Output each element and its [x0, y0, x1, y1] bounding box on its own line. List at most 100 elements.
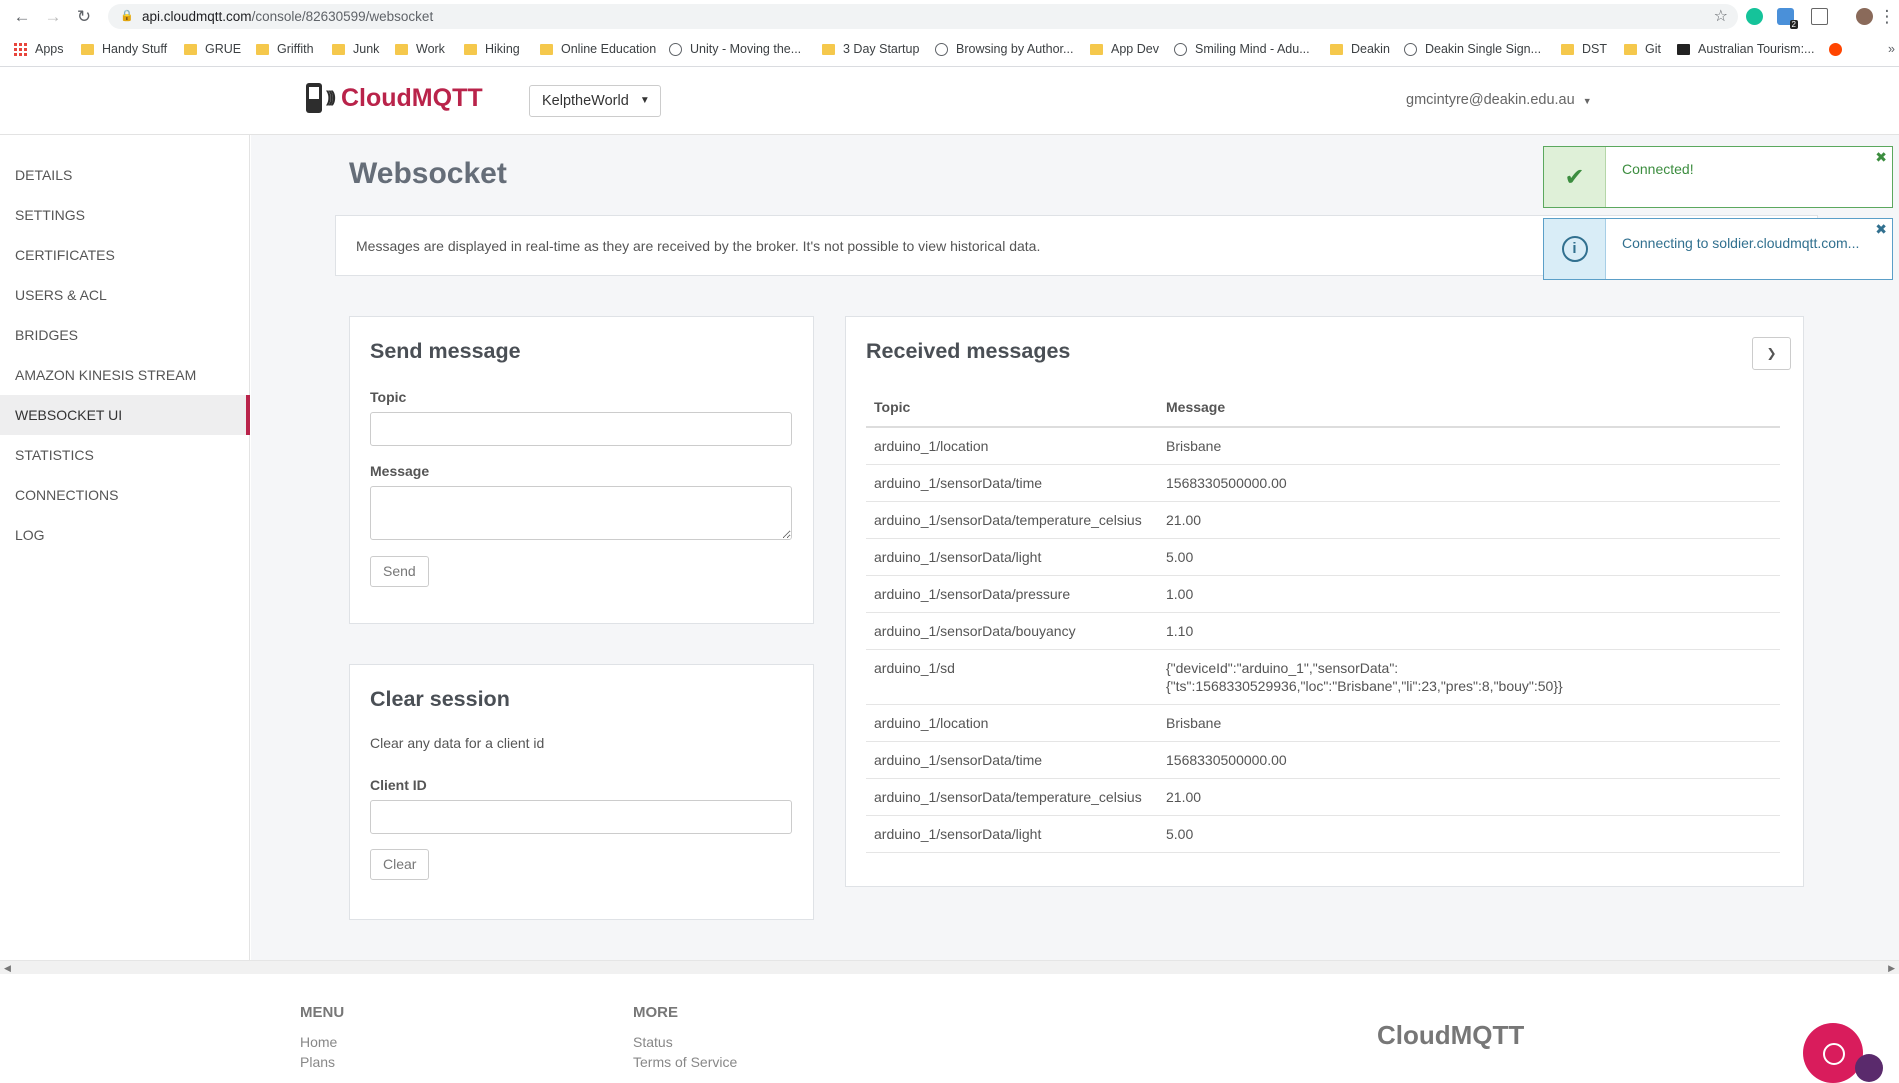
- message-textarea[interactable]: [370, 486, 792, 540]
- site-icon: [1677, 43, 1690, 55]
- message-topic-cell: arduino_1/location: [866, 704, 1158, 742]
- clear-session-panel: Clear session Clear any data for a clien…: [349, 664, 814, 920]
- message-topic-cell: arduino_1/sensorData/temperature_celsius: [866, 778, 1158, 816]
- back-arrow-icon[interactable]: ←: [10, 5, 34, 29]
- bookmark-link[interactable]: [1829, 37, 1850, 61]
- bookmark-folder[interactable]: Git: [1624, 37, 1661, 61]
- extension-icon[interactable]: 2: [1777, 8, 1798, 29]
- folder-icon: [540, 43, 553, 55]
- sidebar-item-log[interactable]: LOG: [0, 515, 250, 555]
- client-id-input[interactable]: [370, 800, 792, 834]
- brand-logo[interactable]: ))) CloudMQTT: [306, 83, 483, 113]
- folder-icon: [1561, 43, 1574, 55]
- sidebar-item-connections[interactable]: CONNECTIONS: [0, 475, 250, 515]
- bookmark-folder[interactable]: DST: [1561, 37, 1607, 61]
- folder-icon: [184, 43, 197, 55]
- bookmark-apps[interactable]: Apps: [14, 37, 64, 61]
- footer-link-terms[interactable]: Terms of Service: [633, 1054, 737, 1070]
- folder-icon: [1330, 43, 1343, 55]
- reload-icon[interactable]: ↻: [72, 5, 96, 29]
- folder-icon: [464, 43, 477, 55]
- table-row: arduino_1/sensorData/time 1568330500000.0…: [866, 741, 1780, 779]
- profile-avatar[interactable]: [1856, 8, 1873, 25]
- clear-session-title: Clear session: [370, 687, 510, 711]
- scroll-right-arrow-icon[interactable]: ▶: [1888, 961, 1895, 975]
- bookmark-folder[interactable]: 3 Day Startup: [822, 37, 919, 61]
- folder-icon: [81, 43, 94, 55]
- bookmark-link[interactable]: Browsing by Author...: [935, 37, 1073, 61]
- sidebar-item-certificates[interactable]: CERTIFICATES: [0, 235, 250, 275]
- topic-label: Topic: [370, 389, 407, 405]
- sidebar-item-users-acl[interactable]: USERS & ACL: [0, 275, 250, 315]
- user-menu[interactable]: gmcintyre@deakin.edu.au ▼: [1406, 92, 1592, 108]
- footer-menu-title: MENU: [300, 1004, 345, 1021]
- address-bar[interactable]: 🔒 api.cloudmqtt.com/console/82630599/web…: [108, 4, 1738, 29]
- forward-arrow-icon[interactable]: →: [41, 5, 65, 29]
- clear-session-description: Clear any data for a client id: [370, 735, 545, 751]
- lock-icon: 🔒: [120, 10, 134, 22]
- bookmark-folder[interactable]: Handy Stuff: [81, 37, 167, 61]
- sidebar-item-settings[interactable]: SETTINGS: [0, 195, 250, 235]
- bookmark-link[interactable]: Smiling Mind - Adu...: [1174, 37, 1310, 61]
- bookmark-folder[interactable]: GRUE: [184, 37, 241, 61]
- scroll-left-arrow-icon[interactable]: ◀: [4, 961, 11, 975]
- site-icon: [1404, 42, 1417, 56]
- folder-icon: [822, 43, 835, 55]
- bookmark-folder[interactable]: Deakin: [1330, 37, 1390, 61]
- site-icon: [935, 42, 948, 56]
- footer-link-home[interactable]: Home: [300, 1034, 337, 1050]
- send-button[interactable]: Send: [370, 556, 429, 587]
- bookmark-link[interactable]: Deakin Single Sign...: [1404, 37, 1541, 61]
- bookmark-folder[interactable]: Hiking: [464, 37, 520, 61]
- collapse-button[interactable]: ❯: [1752, 337, 1791, 370]
- bookmark-star-icon[interactable]: ☆: [1714, 4, 1728, 29]
- sidebar-item-kinesis[interactable]: AMAZON KINESIS STREAM: [0, 355, 250, 395]
- checkmark-icon: ✔: [1544, 147, 1606, 207]
- bookmark-folder[interactable]: Online Education: [540, 37, 656, 61]
- grammarly-extension-icon[interactable]: [1746, 8, 1763, 25]
- bookmark-folder[interactable]: Junk: [332, 37, 379, 61]
- phone-icon: [306, 83, 322, 113]
- message-body-cell: Brisbane: [1158, 704, 1780, 742]
- horizontal-scrollbar[interactable]: ◀ ▶: [0, 960, 1899, 974]
- bookmarks-overflow-icon[interactable]: »: [1888, 37, 1895, 61]
- send-message-title: Send message: [370, 339, 521, 363]
- message-topic-cell: arduino_1/sd: [866, 649, 1158, 705]
- footer-link-status[interactable]: Status: [633, 1034, 673, 1050]
- sidebar-item-statistics[interactable]: STATISTICS: [0, 435, 250, 475]
- close-icon[interactable]: ✖: [1875, 149, 1887, 166]
- clear-button[interactable]: Clear: [370, 849, 430, 880]
- caret-down-icon: ▼: [639, 95, 650, 106]
- message-body-cell: 5.00: [1158, 538, 1780, 576]
- message-body-cell: 1568330500000.00: [1158, 741, 1780, 779]
- bookmark-folder[interactable]: Griffith: [256, 37, 314, 61]
- chrome-menu-icon[interactable]: ⋮: [1875, 5, 1899, 29]
- bookmark-link[interactable]: Unity - Moving the...: [669, 37, 801, 61]
- extension-icon[interactable]: [1811, 8, 1828, 25]
- app-header: ))) CloudMQTT KelptheWorld ▼ gmcintyre@d…: [0, 67, 1899, 135]
- topic-input[interactable]: [370, 412, 792, 446]
- table-row: arduino_1/sensorData/pressure 1.00: [866, 575, 1780, 613]
- footer-link-plans[interactable]: Plans: [300, 1054, 335, 1070]
- footer-more-title: MORE: [633, 1004, 678, 1021]
- site-icon: [1174, 42, 1187, 56]
- bookmark-link[interactable]: Australian Tourism:...: [1677, 37, 1814, 61]
- received-messages-title: Received messages: [866, 339, 1071, 363]
- received-messages-table: Topic Message arduino_1/location Brisbane…: [866, 387, 1780, 853]
- close-icon[interactable]: ✖: [1875, 221, 1887, 238]
- sidebar-item-details[interactable]: DETAILS: [0, 155, 250, 195]
- bookmark-folder[interactable]: App Dev: [1090, 37, 1159, 61]
- message-body-cell: 21.00: [1158, 778, 1780, 816]
- table-row: arduino_1/sensorData/bouyancy 1.10: [866, 612, 1780, 650]
- chat-bubble-icon[interactable]: [1803, 1023, 1863, 1083]
- bookmark-folder[interactable]: Work: [395, 37, 445, 61]
- unity-icon: [669, 42, 682, 56]
- instance-selector[interactable]: KelptheWorld ▼: [529, 85, 661, 117]
- instance-name: KelptheWorld: [542, 93, 629, 109]
- sidebar-item-bridges[interactable]: BRIDGES: [0, 315, 250, 355]
- bookmarks-bar: Apps Handy Stuff GRUE Griffith Junk Work…: [0, 37, 1899, 61]
- toast-message: Connecting to soldier.cloudmqtt.com...: [1622, 235, 1860, 251]
- reddit-icon: [1829, 42, 1842, 56]
- table-row: arduino_1/sensorData/light 5.00: [866, 815, 1780, 853]
- sidebar-item-websocket-ui[interactable]: WEBSOCKET UI: [0, 395, 250, 435]
